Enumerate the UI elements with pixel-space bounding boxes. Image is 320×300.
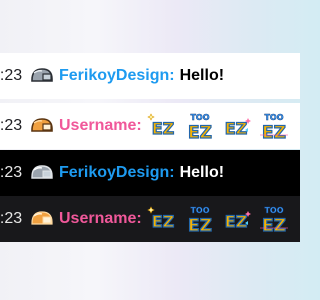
emote-top-text: TOO xyxy=(264,113,283,122)
timestamp: 1:23 xyxy=(0,210,23,227)
emote-text: EZ xyxy=(188,216,212,235)
too-ez-rainbow-emote-icon[interactable]: TOO EZ xyxy=(258,110,290,142)
timestamp: 1:23 xyxy=(0,117,23,134)
username[interactable]: Username: xyxy=(59,117,142,135)
emote-text: EZ xyxy=(224,212,247,231)
emote-text: EZ xyxy=(262,123,286,142)
ez-sparkle-emote-icon[interactable]: EZ xyxy=(221,203,253,235)
too-ez-emote-icon[interactable]: TOO EZ xyxy=(184,203,216,235)
username[interactable]: Username: xyxy=(59,210,142,228)
timestamp: 1:23 xyxy=(0,67,23,84)
orange-helmet-icon xyxy=(31,118,53,132)
too-ez-emote-icon[interactable]: TOO EZ xyxy=(184,110,216,142)
emote-text: EZ xyxy=(262,216,286,235)
username[interactable]: FerikoyDesign: xyxy=(59,164,175,182)
chat-row-light-username: 1:23 Username: EZ TOO EZ EZ TOO EZ xyxy=(0,103,300,149)
emote-text: EZ xyxy=(151,119,174,138)
orange-helmet-icon xyxy=(31,211,53,225)
emote-top-text: TOO xyxy=(190,113,209,122)
chat-message: Hello! xyxy=(179,67,225,84)
emote-text: EZ xyxy=(224,119,247,138)
too-ez-rainbow-emote-icon[interactable]: TOO EZ xyxy=(258,203,290,235)
emote-text: EZ xyxy=(188,123,212,142)
emote-top-text: TOO xyxy=(264,206,283,215)
emote-text: EZ xyxy=(151,212,174,231)
chat-row-light-ferikoy: 1:23 FerikoyDesign: Hello! xyxy=(0,53,300,99)
grey-helmet-icon xyxy=(31,68,53,82)
emote-top-text: TOO xyxy=(190,206,209,215)
ez-sparkle-emote-icon[interactable]: EZ xyxy=(221,110,253,142)
chat-row-dark-username: 1:23 Username: EZ TOO EZ EZ TOO EZ xyxy=(0,196,300,242)
ez-emote-icon[interactable]: EZ xyxy=(147,110,179,142)
chat-row-dark-ferikoy: 1:23 FerikoyDesign: Hello! xyxy=(0,150,300,196)
chat-message: Hello! xyxy=(179,164,225,181)
grey-helmet-icon xyxy=(31,165,53,179)
username[interactable]: FerikoyDesign: xyxy=(59,67,175,85)
ez-emote-icon[interactable]: EZ xyxy=(147,203,179,235)
timestamp: 1:23 xyxy=(0,164,23,181)
